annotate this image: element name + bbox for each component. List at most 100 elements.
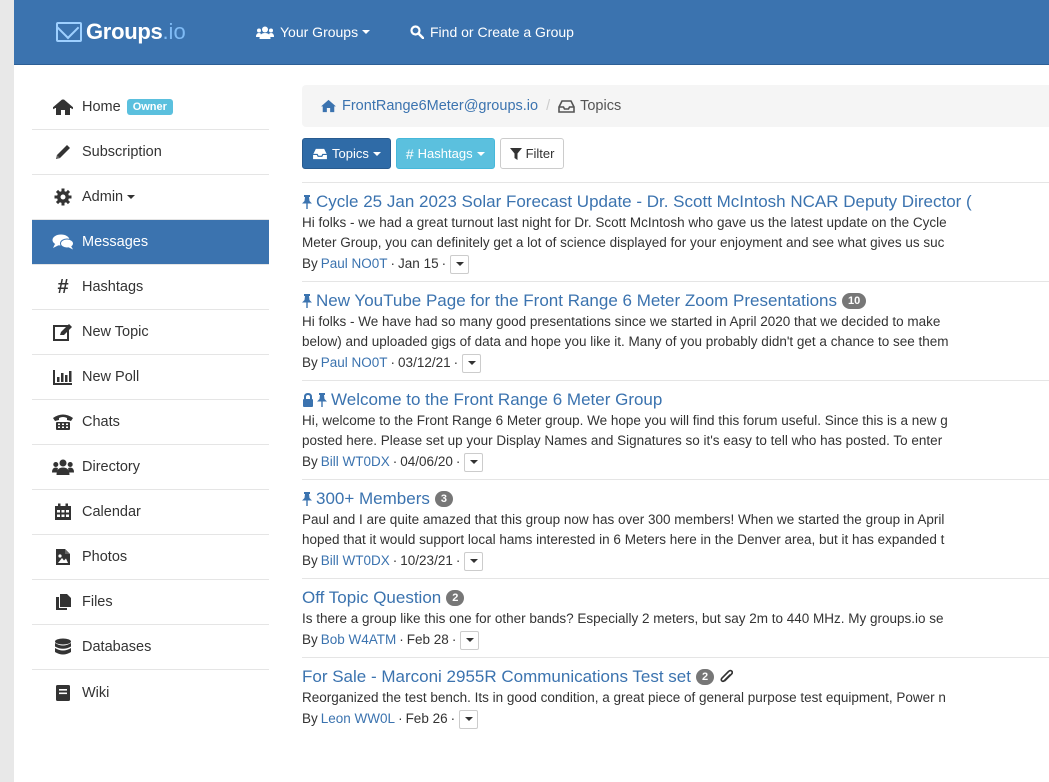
breadcrumb-group-link[interactable]: FrontRange6Meter@groups.io [320,98,538,114]
hashtag-icon: # [57,275,69,298]
author-link[interactable]: Bill WT0DX [321,451,390,473]
separator-dot: · [441,256,447,271]
author-link[interactable]: Paul NO0T [321,253,388,275]
author-link[interactable]: Paul NO0T [321,352,388,374]
topic-actions-dropdown[interactable] [464,551,484,571]
calendar-icon [52,502,74,522]
topic-actions-dropdown[interactable] [460,630,480,650]
sidebar-item-new-poll[interactable]: New Poll [32,355,269,400]
inbox-icon [558,99,575,113]
sidebar-item-messages[interactable]: Messages [32,220,269,265]
find-or-create-group-link[interactable]: Find or Create a Group [410,24,574,40]
chevron-down-icon [469,460,478,464]
sidebar-item-admin[interactable]: Admin [32,175,269,220]
sidebar-item-directory[interactable]: Directory [32,445,269,490]
photo-icon [52,547,74,567]
sidebar-item-label: New Topic [82,324,149,340]
users-icon [52,457,74,477]
topic-byline: By Bob W4ATM · Feb 28 · [302,629,1049,651]
sidebar-item-subscription[interactable]: Subscription [32,130,269,175]
filter-button[interactable]: Filter [499,138,565,169]
pin-icon [302,195,312,209]
topic-actions-dropdown[interactable] [459,709,479,729]
topic-actions-dropdown[interactable] [464,452,484,472]
groups-io-logo[interactable]: Groups .io [56,18,186,46]
list-item: Welcome to the Front Range 6 Meter Group… [302,381,1049,480]
envelope-icon [56,22,82,42]
database-icon [52,637,74,657]
hashtags-button[interactable]: # Hashtags [395,138,495,169]
sidebar-item-label: Chats [82,414,120,430]
topic-snippet: Hi, welcome to the Front Range 6 Meter g… [302,413,948,428]
separator-dot: · [451,632,457,647]
list-item: Cycle 25 Jan 2023 Solar Forecast Update … [302,183,1049,282]
sidebar-item-label: Photos [82,549,128,565]
app-window: Groups .io Your Groups Find or Create a G… [14,0,1049,782]
author-link[interactable]: Leon WW0L [321,708,395,730]
topic-snippet: Is there a group like this one for other… [302,611,944,626]
topics-button-label: Topics [332,146,369,161]
topic-title-link[interactable]: For Sale - Marconi 2955R Communications … [302,666,1049,688]
brand-name: Groups [86,19,163,44]
separator-dot: · [450,711,456,726]
search-icon [410,25,424,39]
topic-date: Feb 28 [406,632,449,647]
inbox-icon [312,148,328,160]
topic-snippet: posted here. Please set up your Display … [302,433,943,448]
topic-date: Feb 26 [405,711,448,726]
sidebar-item-databases[interactable]: Databases [32,625,269,670]
sidebar-item-files[interactable]: Files [32,580,269,625]
phone-icon [52,412,74,432]
find-group-label: Find or Create a Group [430,24,574,40]
breadcrumb-separator: / [546,98,551,114]
your-groups-menu[interactable]: Your Groups [256,24,371,40]
topic-actions-dropdown[interactable] [462,353,482,373]
topic-title-link[interactable]: New YouTube Page for the Front Range 6 M… [302,290,1049,312]
topic-byline: By Paul NO0T · 03/12/21 · [302,352,1049,374]
separator-dot: · [455,454,461,469]
chevron-down-icon [455,262,464,266]
topic-title-link[interactable]: 300+ Members 3 [302,488,1049,510]
topic-actions-dropdown[interactable] [450,254,470,274]
topic-title-link[interactable]: Off Topic Question 2 [302,587,1049,609]
sidebar-item-hashtags[interactable]: # Hashtags [32,265,269,310]
sidebar-item-label: Messages [82,234,149,250]
author-link[interactable]: Bill WT0DX [321,550,390,572]
sidebar-item-new-topic[interactable]: New Topic [32,310,269,355]
separator-dot: · [399,632,404,647]
topic-byline: By Bill WT0DX · 04/06/20 · [302,451,1049,473]
sidebar-item-label: Subscription [82,144,162,160]
by-label: By [302,454,318,469]
sidebar: Home Owner Subscription Admin Messages #… [32,85,269,715]
topic-title: Cycle 25 Jan 2023 Solar Forecast Update … [316,192,972,211]
sidebar-item-label: Home [82,99,121,115]
topic-title: Off Topic Question [302,588,442,607]
paperclip-icon [719,669,734,685]
sidebar-item-wiki[interactable]: Wiki [32,670,269,715]
hashtag-icon: # [405,145,414,162]
sidebar-item-calendar[interactable]: Calendar [32,490,269,535]
topic-list: Cycle 25 Jan 2023 Solar Forecast Update … [302,182,1049,736]
chevron-down-icon [469,559,478,563]
chevron-down-icon [464,717,473,721]
main-content: FrontRange6Meter@groups.io / Topics Topi… [302,85,1049,736]
topic-title: For Sale - Marconi 2955R Communications … [302,667,691,686]
files-icon [52,592,74,612]
author-link[interactable]: Bob W4ATM [321,629,397,651]
topic-title-link[interactable]: Welcome to the Front Range 6 Meter Group [302,389,1049,411]
sidebar-item-home[interactable]: Home Owner [32,85,269,130]
sidebar-item-photos[interactable]: Photos [32,535,269,580]
topic-snippet: Meter Group, you can definitely get a lo… [302,235,945,250]
sidebar-item-chats[interactable]: Chats [32,400,269,445]
separator-dot: · [392,454,398,469]
topic-date: 04/06/20 [400,454,453,469]
gear-icon [52,187,74,207]
topic-snippet: Reorganized the test bench. Its in good … [302,690,946,705]
pencil-icon [52,142,74,162]
topics-button[interactable]: Topics [302,138,391,169]
separator-dot: · [390,256,396,271]
pin-icon [302,492,312,506]
list-item: Off Topic Question 2 Is there a group li… [302,579,1049,658]
topic-title-link[interactable]: Cycle 25 Jan 2023 Solar Forecast Update … [302,191,1049,213]
by-label: By [302,553,318,568]
